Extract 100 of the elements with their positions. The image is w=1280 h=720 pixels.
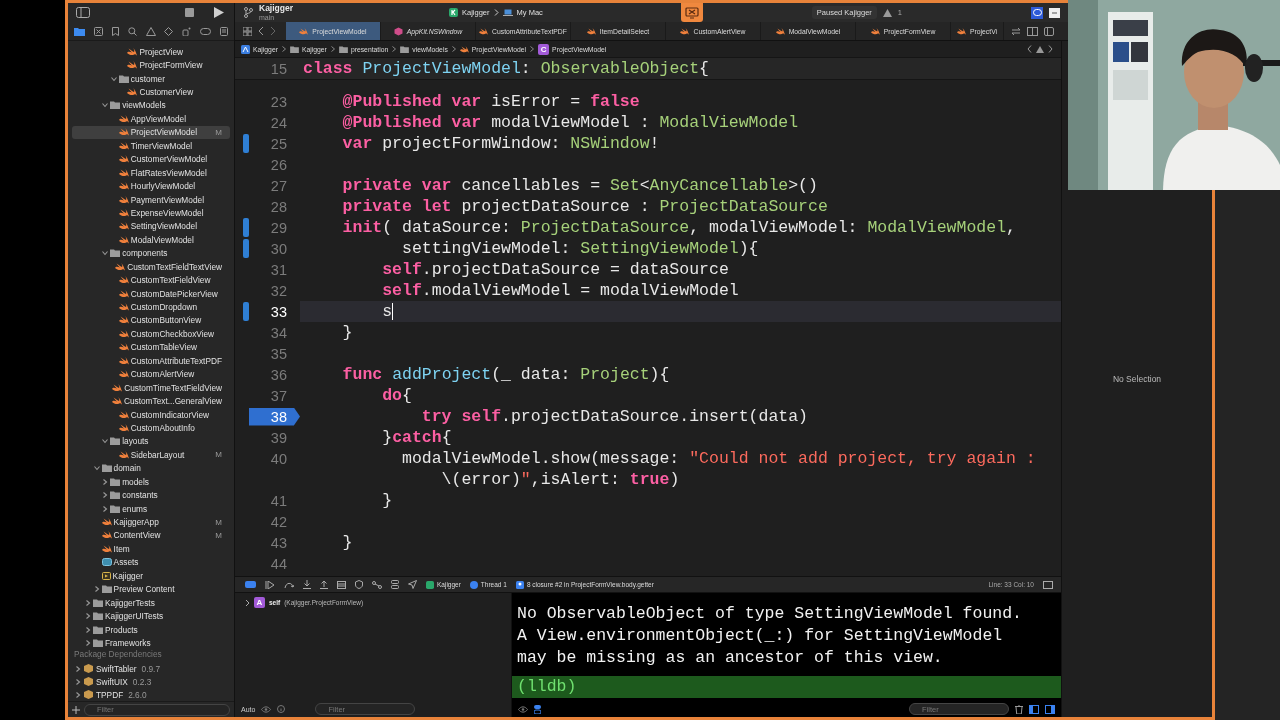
line-number: 33 (269, 302, 288, 321)
line-number: 35 (269, 344, 288, 363)
file-item[interactable]: KajiggerTests (72, 595, 230, 610)
line-number: 43 (269, 533, 288, 552)
line-number: 32 (269, 281, 288, 300)
file-item[interactable]: Assets (72, 555, 230, 570)
line-number: 31 (269, 260, 288, 279)
modified-label: M (215, 530, 222, 540)
file-item[interactable]: CustomAlertView (72, 367, 230, 381)
line-number: 15 (269, 59, 288, 78)
file-item[interactable]: CustomTextFieldView (72, 273, 230, 287)
code-line: init( dataSource: ProjectDataSource, modalViewModel: ModalViewModel, (341, 217, 1017, 238)
modified-label: M (215, 517, 222, 527)
file-item[interactable]: ProjectViewModel M (72, 125, 230, 140)
file-item[interactable]: KajiggerUITests (72, 609, 230, 623)
code-line: }catch{ (381, 427, 453, 448)
file-item[interactable]: Frameworks (72, 636, 230, 650)
file-item[interactable]: constants (72, 488, 230, 502)
code-line: private var cancellables = Set<AnyCancellable>() (341, 175, 819, 196)
file-item[interactable]: CustomTimeTextFieldView (72, 380, 230, 395)
file-item[interactable]: CustomAttributeTextPDF (72, 354, 230, 368)
file-item[interactable]: SidebarLayout M (72, 448, 230, 462)
line-number: 34 (269, 323, 288, 342)
console-line: No ObservableObject of type SettingViewModel found. (517, 603, 1023, 625)
file-item[interactable]: CustomDropdown (72, 300, 230, 314)
file-item[interactable]: CustomIndicatorView (72, 407, 230, 422)
line-number: 36 (269, 365, 288, 384)
line-number: 25 (269, 134, 288, 153)
code-line: } (341, 322, 354, 343)
file-item[interactable]: KajiggerApp M (72, 515, 230, 529)
modified-label: M (215, 450, 222, 460)
line-number: 27 (269, 176, 288, 195)
code-line: do{ (381, 385, 413, 406)
file-item[interactable]: enums (72, 501, 230, 516)
line-number: 41 (269, 491, 288, 510)
line-number: 30 (269, 239, 288, 258)
file-item[interactable]: layouts (72, 434, 230, 449)
file-item[interactable]: FlatRatesViewModel (72, 165, 230, 180)
file-item[interactable]: ExpenseViewModel (72, 206, 230, 220)
code-line: @Published var isError = false (341, 91, 641, 112)
code-line: func addProject(_ data: Project){ (341, 364, 671, 385)
file-item[interactable]: AppViewModel (72, 112, 230, 126)
code-line: var projectFormWindow: NSWindow! (341, 133, 661, 154)
section-header: Package Dependencies (73, 649, 163, 661)
file-item[interactable]: domain (72, 461, 230, 475)
package-item[interactable]: SwiftTabler 0.9.7 (68, 662, 234, 675)
code-line: self.modalViewModel = modalViewModel (381, 280, 740, 301)
console-line: may be missing as an ancestor of this view. (517, 647, 944, 669)
file-item[interactable]: SettingViewModel (72, 219, 230, 234)
file-item[interactable]: CustomTextFieldTextView (72, 260, 230, 274)
file-item[interactable]: HourlyViewModel (72, 179, 230, 193)
line-number: 37 (269, 386, 288, 405)
inspector-message: No Selection (1112, 374, 1162, 384)
file-item[interactable]: CustomCheckboxView (72, 327, 230, 341)
file-item[interactable]: CustomerViewModel (72, 152, 230, 166)
breakpoint[interactable]: 38 (249, 407, 300, 426)
file-item[interactable]: CustomButtonView (72, 313, 230, 328)
console-prompt[interactable]: (lldb) (512, 676, 1061, 698)
line-number: 28 (269, 197, 288, 216)
code-line: self.projectDataSource = dataSource (381, 259, 730, 280)
file-item[interactable]: Item (72, 542, 230, 556)
code-line: \(error)",isAlert: true) (440, 469, 681, 490)
file-item[interactable]: TimerViewModel (72, 139, 230, 153)
code-line: settingViewModel: SettingViewModel){ (401, 238, 760, 259)
package-item[interactable]: TPPDF 2.6.0 (68, 688, 234, 701)
line-number: 40 (269, 449, 288, 468)
code-line: } (381, 490, 394, 511)
line-number: 24 (269, 113, 288, 132)
code-line: try self.projectDataSource.insert(data) (420, 406, 809, 427)
file-item[interactable]: ModalViewModel (72, 233, 230, 247)
code-line: @Published var modalViewModel : ModalViewModel (341, 112, 800, 133)
modified-label: M (215, 127, 222, 137)
console-line: A View.environmentObject(_:) for SettingViewModel (517, 625, 1004, 647)
file-item[interactable]: ProjectView (72, 45, 230, 59)
code-line: } (341, 532, 354, 553)
line-number: 29 (269, 218, 288, 237)
file-item[interactable]: CustomAboutInfo (72, 421, 230, 435)
file-item[interactable]: customer (72, 71, 230, 86)
file-item[interactable]: CustomText...GeneralView (72, 394, 230, 408)
package-item[interactable]: SwiftUIX 0.2.3 (68, 675, 234, 688)
file-item[interactable]: models (72, 475, 230, 489)
file-item[interactable]: viewModels (72, 98, 230, 113)
line-number: 39 (269, 428, 288, 447)
file-item[interactable]: CustomerView (72, 85, 230, 99)
file-item[interactable]: Kajigger (72, 569, 230, 583)
file-item[interactable]: ContentView M (72, 528, 230, 543)
file-item[interactable]: Preview Content (72, 582, 230, 596)
file-item[interactable]: PaymentViewModel (72, 192, 230, 207)
file-item[interactable]: CustomTableView (72, 340, 230, 355)
file-item[interactable]: Products (72, 622, 230, 637)
file-item[interactable]: components (72, 246, 230, 260)
line-number: 26 (269, 155, 288, 174)
project-title: Kajigger (259, 3, 293, 13)
file-item[interactable]: ProjectFormView (72, 58, 230, 72)
file-item[interactable]: CustomDatePickerView (72, 286, 230, 301)
code-line: private let projectDataSource : ProjectDataSource (341, 196, 829, 217)
code-line: class ProjectViewModel: ObservableObject{ (302, 58, 710, 79)
line-number: 44 (269, 554, 288, 573)
line-number: 23 (269, 92, 288, 111)
line-number: 42 (269, 512, 288, 531)
